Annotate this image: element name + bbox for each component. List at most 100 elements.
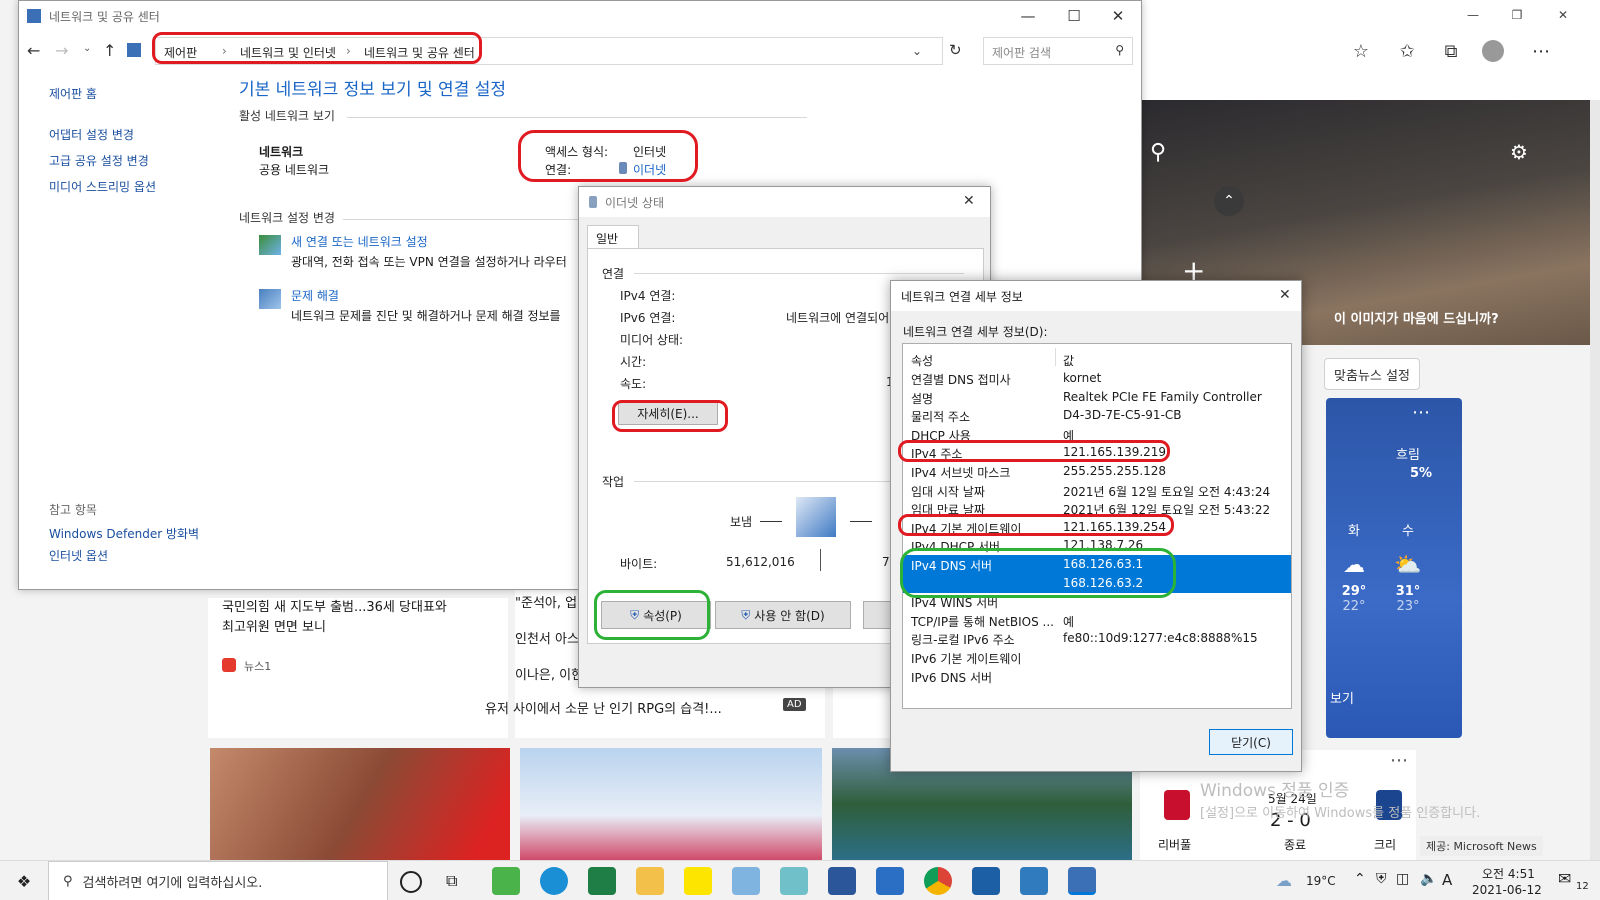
adapter-settings-link[interactable]: 어댑터 설정 변경 <box>49 126 156 143</box>
image-feedback-question[interactable]: 이 이미지가 마음에 드십니까? <box>1334 308 1499 327</box>
network-tray-icon[interactable]: ◫ <box>1396 871 1409 887</box>
list-item[interactable]: 임대 시작 날짜 2021년 6월 12일 토요일 오전 4:43:24 <box>903 481 1291 500</box>
profile-avatar[interactable] <box>1482 40 1504 62</box>
news-thumbnail[interactable] <box>210 748 510 860</box>
control-panel-app-icon[interactable] <box>1068 867 1096 895</box>
collections-icon[interactable]: ⧉ <box>1436 36 1466 66</box>
details-list[interactable]: 속성 값 연결별 DNS 접미사 kornet 설명 Realtek PCIe FE … <box>902 343 1292 709</box>
more-icon[interactable]: ⋯ <box>1390 750 1408 771</box>
back-arrow-icon[interactable]: ← <box>27 41 40 60</box>
list-item[interactable]: 링크-로컬 IPv6 주소 fe80::10d9:1277:e4c8:8888%1… <box>903 629 1291 648</box>
list-item[interactable]: IPv4 주소 121.165.139.219 <box>903 443 1291 462</box>
breadcrumb-item[interactable]: 네트워크 및 인터넷 <box>240 44 336 61</box>
chevron-down-icon[interactable]: ⌄ <box>912 44 922 58</box>
list-item[interactable]: 설명 Realtek PCIe FE Family Controller <box>903 388 1291 407</box>
restore-icon[interactable]: ❐ <box>1502 2 1532 28</box>
favorite-add-icon[interactable]: ☆ <box>1346 36 1376 66</box>
temperature[interactable]: 19°C <box>1306 874 1336 888</box>
new-connection-link[interactable]: 새 연결 또는 네트워크 설정 <box>291 233 428 250</box>
list-header[interactable]: 속성 값 <box>903 350 1291 369</box>
news-item[interactable]: 유저 사이에서 소문 난 인기 RPG의 습격!... <box>485 698 722 717</box>
photos-app-icon[interactable] <box>1020 867 1048 895</box>
ime-indicator[interactable]: A <box>1442 871 1452 889</box>
advanced-sharing-link[interactable]: 고급 공유 설정 변경 <box>49 152 156 169</box>
weather-more-link[interactable]: 보기 <box>1330 688 1354 707</box>
tab-general[interactable]: 일반 <box>587 225 639 249</box>
favorites-icon[interactable]: ✩ <box>1392 36 1422 66</box>
task-view-icon[interactable]: ⧉ <box>446 871 457 891</box>
ethernet-connection-link[interactable]: 이더넷 <box>633 161 666 178</box>
paint-app-icon[interactable] <box>732 867 760 895</box>
list-item[interactable]: IPv6 기본 게이트웨이 <box>903 648 1291 667</box>
news-settings-button[interactable]: 맞춤뉴스 설정 <box>1324 358 1420 390</box>
clock-time[interactable]: 오전 4:51 <box>1482 865 1535 882</box>
kakaotalk-app-icon[interactable] <box>684 867 712 895</box>
security-icon[interactable]: ⛨ <box>1376 871 1387 887</box>
chevron-up-icon[interactable]: ⌃ <box>1354 871 1366 887</box>
minimize-icon[interactable]: — <box>1005 1 1051 31</box>
control-panel-home-link[interactable]: 제어판 홈 <box>49 85 156 102</box>
chevron-up-icon[interactable]: ⌃ <box>1214 186 1244 216</box>
kakao-app-icon[interactable] <box>492 867 520 895</box>
clock-date[interactable]: 2021-06-12 <box>1472 883 1542 897</box>
firewall-link[interactable]: Windows Defender 방화벽 <box>49 525 199 542</box>
windows-start-icon[interactable]: ❖ <box>14 871 34 891</box>
chrome-app-icon[interactable] <box>924 867 952 895</box>
chevron-down-icon[interactable]: ⌄ <box>83 43 91 54</box>
word-app-icon[interactable] <box>828 867 856 895</box>
list-item[interactable]: 연결별 DNS 접미사 kornet <box>903 369 1291 388</box>
list-item[interactable]: IPv4 DHCP 서버 121.138.7.26 <box>903 536 1291 555</box>
close-icon[interactable]: ✕ <box>1279 287 1291 303</box>
list-item[interactable]: IPv4 WINS 서버 <box>903 592 1291 611</box>
volume-icon[interactable]: 🔈 <box>1420 871 1437 887</box>
list-item[interactable]: IPv4 DNS 서버 168.126.63.1 <box>903 555 1291 574</box>
notification-icon[interactable]: ✉ <box>1558 869 1571 888</box>
close-icon[interactable]: ✕ <box>963 193 975 209</box>
gear-icon[interactable]: ⚙ <box>1510 140 1528 164</box>
refresh-icon[interactable]: ↻ <box>949 41 962 59</box>
forward-arrow-icon[interactable]: → <box>55 41 68 60</box>
property-column-header[interactable]: 속성 <box>911 352 933 369</box>
search-icon[interactable]: ⚲ <box>1150 140 1166 165</box>
cortana-icon[interactable] <box>400 871 422 893</box>
file-explorer-icon[interactable] <box>636 867 664 895</box>
list-item[interactable]: 물리적 주소 D4-3D-7E-C5-91-CB <box>903 406 1291 425</box>
app-icon[interactable] <box>876 867 904 895</box>
notes-app-icon[interactable] <box>780 867 808 895</box>
news-thumbnail[interactable] <box>520 748 822 860</box>
value-column-header[interactable]: 값 <box>1063 352 1074 369</box>
virtualbox-app-icon[interactable] <box>972 867 1000 895</box>
close-icon[interactable]: ✕ <box>1095 1 1141 31</box>
internet-options-link[interactable]: 인터넷 옵션 <box>49 547 108 564</box>
edge-app-icon[interactable] <box>540 867 568 895</box>
news-headline[interactable]: 국민의힘 새 지도부 출범...36세 당대표와 최고위원 면면 보니 <box>222 598 452 638</box>
list-item[interactable]: DHCP 사용 예 <box>903 425 1291 444</box>
close-button[interactable]: 닫기(C) <box>1209 729 1293 755</box>
weather-card[interactable]: ⋯ 흐림 5% 화 ☁ 29° 22° 수 ⛅ 31° 23° 보기 <box>1326 398 1462 738</box>
list-item[interactable]: 168.126.63.2 <box>903 573 1291 593</box>
more-icon[interactable]: ⋯ <box>1412 402 1430 423</box>
details-button[interactable]: 자세히(E)... <box>618 401 718 425</box>
search-input[interactable]: 제어판 검색 ⚲ <box>983 37 1133 65</box>
address-field[interactable]: 제어판 › 네트워크 및 인터넷 › 네트워크 및 공유 센터 ⌄ <box>155 37 943 65</box>
more-menu-icon[interactable]: ⋯ <box>1526 36 1556 66</box>
list-item[interactable]: IPv4 기본 게이트웨이 121.165.139.254 <box>903 518 1291 537</box>
close-icon[interactable]: ✕ <box>1548 2 1578 28</box>
excel-app-icon[interactable] <box>588 867 616 895</box>
list-item[interactable]: IPv4 서브넷 마스크 255.255.255.128 <box>903 462 1291 481</box>
weather-icon[interactable]: ☁ <box>1276 871 1292 890</box>
disable-button[interactable]: ⛨ 사용 안 함(D) <box>715 601 851 629</box>
scrollbar[interactable] <box>1590 100 1600 860</box>
breadcrumb-item[interactable]: 제어판 <box>164 44 197 61</box>
taskbar-search[interactable]: ⚲ 검색하려면 여기에 입력하십시오. <box>48 861 388 900</box>
properties-button[interactable]: ⛨ 속성(P) <box>601 601 711 629</box>
list-item[interactable]: 임대 만료 날짜 2021년 6월 12일 토요일 오전 5:43:22 <box>903 499 1291 518</box>
search-icon[interactable]: ⚲ <box>1115 43 1124 57</box>
list-item[interactable]: TCP/IP를 통해 NetBIOS ... 예 <box>903 611 1291 630</box>
news-card[interactable]: 국민의힘 새 지도부 출범...36세 당대표와 최고위원 면면 보니 뉴스1 <box>208 598 508 738</box>
troubleshoot-link[interactable]: 문제 해결 <box>291 287 339 304</box>
breadcrumb-item[interactable]: 네트워크 및 공유 센터 <box>364 44 475 61</box>
maximize-icon[interactable]: ☐ <box>1051 1 1097 31</box>
up-arrow-icon[interactable]: ↑ <box>103 41 116 60</box>
media-streaming-link[interactable]: 미디어 스트리밍 옵션 <box>49 178 156 195</box>
